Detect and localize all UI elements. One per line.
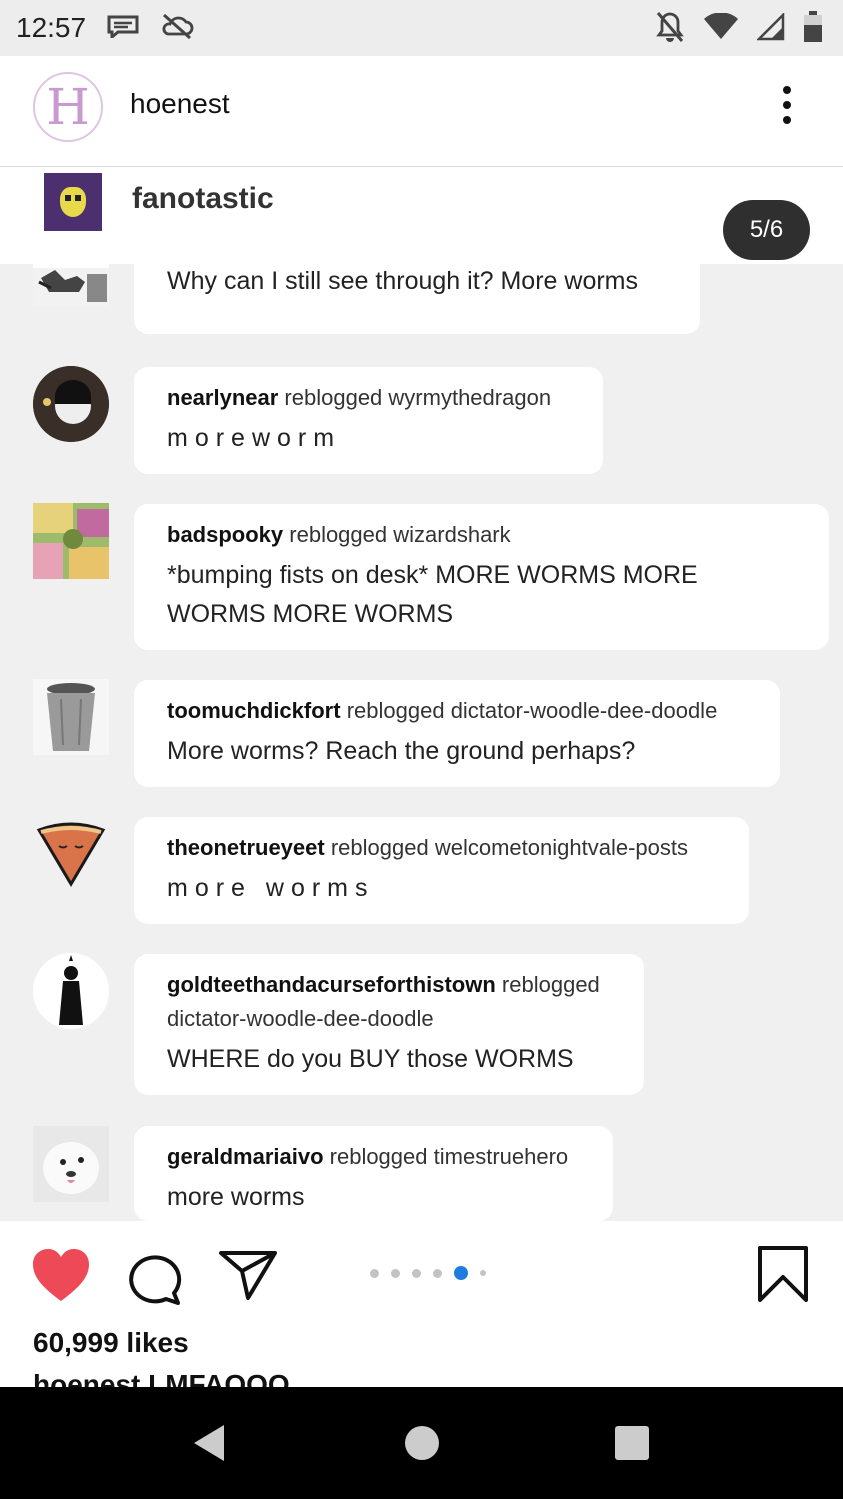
note-source[interactable]: wyrmythedragon xyxy=(388,385,551,410)
note-text: more worms xyxy=(167,1183,305,1211)
blog-name: fanotastic xyxy=(132,182,274,215)
note-action: reblogged xyxy=(501,972,600,997)
note-avatar xyxy=(33,816,109,892)
note-header: theonetrueyeet reblogged welcometonightv… xyxy=(167,831,716,865)
note-bubble: theonetrueyeet reblogged welcometonightv… xyxy=(134,817,749,924)
note-username[interactable]: toomuchdickfort xyxy=(167,698,341,723)
cloud-off-icon xyxy=(160,12,194,45)
bookmark-icon[interactable] xyxy=(756,1245,810,1308)
note-bubble: geraldmariaivo reblogged timestruehero m… xyxy=(134,1126,613,1221)
post-header: H hoenest xyxy=(0,56,843,167)
user-avatar[interactable]: H xyxy=(33,72,103,142)
note-text: more worms xyxy=(167,874,375,902)
note-text: WHERE do you BUY those WORMS xyxy=(167,1045,574,1073)
post-image[interactable]: wizardshark reblogged royalxlobotomy Why… xyxy=(0,168,843,1221)
note-avatar xyxy=(33,953,109,1029)
note-action: reblogged xyxy=(289,522,388,547)
caption: hoenest LMFAOOO xyxy=(33,1371,290,1387)
carousel-indicator xyxy=(370,1266,486,1280)
note-header: toomuchdickfort reblogged dictator-woodl… xyxy=(167,694,747,728)
comment-icon[interactable] xyxy=(126,1249,184,1310)
note-text: More worms? Reach the ground perhaps? xyxy=(167,737,636,765)
note-bubble: goldteethandacurseforthistown reblogged … xyxy=(134,954,644,1095)
note-action: reblogged xyxy=(346,698,445,723)
note-avatar xyxy=(33,1126,109,1202)
note-header: badspooky reblogged wizardshark xyxy=(167,518,796,552)
post-blog-header: fanotastic xyxy=(0,168,843,264)
likes-count[interactable]: 60,999 likes xyxy=(33,1327,189,1359)
battery-icon xyxy=(803,11,823,48)
note-avatar xyxy=(33,503,109,579)
note-username[interactable]: nearlynear xyxy=(167,385,278,410)
back-icon[interactable] xyxy=(190,1423,226,1468)
note-username[interactable]: geraldmariaivo xyxy=(167,1144,324,1169)
page-counter: 5/6 xyxy=(723,200,810,260)
note-bubble: toomuchdickfort reblogged dictator-woodl… xyxy=(134,680,780,787)
status-time: 12:57 xyxy=(16,12,87,43)
note-source[interactable]: timestruehero xyxy=(434,1144,569,1169)
note-source[interactable]: dictator-woodle-dee-doodle xyxy=(451,698,718,723)
note-source[interactable]: welcometonightvale-posts xyxy=(435,835,688,860)
note-bubble: nearlynear reblogged wyrmythedragon more… xyxy=(134,367,603,474)
avatar-letter: H xyxy=(46,78,90,136)
note-bubble: badspooky reblogged wizardshark *bumping… xyxy=(134,504,829,650)
system-navigation-bar xyxy=(0,1387,843,1499)
note-header: goldteethandacurseforthistown reblogged … xyxy=(167,968,611,1036)
more-options-icon[interactable] xyxy=(775,86,799,130)
note-username[interactable]: badspooky xyxy=(167,522,283,547)
blog-avatar xyxy=(44,173,102,231)
post-actions: 60,999 likes hoenest LMFAOOO xyxy=(0,1221,843,1387)
note-header: geraldmariaivo reblogged timestruehero xyxy=(167,1140,580,1174)
note-text: Why can I still see through it? More wor… xyxy=(167,267,638,295)
heart-icon[interactable] xyxy=(31,1247,91,1308)
note-username[interactable]: theonetrueyeet xyxy=(167,835,325,860)
note-action: reblogged xyxy=(329,1144,428,1169)
status-bar: 12:57 xyxy=(0,0,843,56)
recents-icon[interactable] xyxy=(614,1425,650,1466)
note-text: *bumping fists on desk* MORE WORMS MORE … xyxy=(167,561,698,628)
note-avatar xyxy=(33,366,109,442)
signal-icon xyxy=(755,11,785,46)
home-icon[interactable] xyxy=(404,1425,440,1466)
wifi-icon xyxy=(703,12,739,46)
note-avatar xyxy=(33,679,109,755)
post-username[interactable]: hoenest xyxy=(130,88,230,120)
note-username[interactable]: goldteethandacurseforthistown xyxy=(167,972,496,997)
note-source[interactable]: wizardshark xyxy=(393,522,510,547)
notifications-off-icon xyxy=(655,10,685,49)
note-action: reblogged xyxy=(330,835,429,860)
note-source[interactable]: dictator-woodle-dee-doodle xyxy=(167,1006,434,1031)
message-icon xyxy=(106,14,140,43)
note-header: nearlynear reblogged wyrmythedragon xyxy=(167,381,570,415)
note-action: reblogged xyxy=(284,385,383,410)
share-icon[interactable] xyxy=(218,1249,278,1306)
note-text: moreworm xyxy=(167,424,342,452)
